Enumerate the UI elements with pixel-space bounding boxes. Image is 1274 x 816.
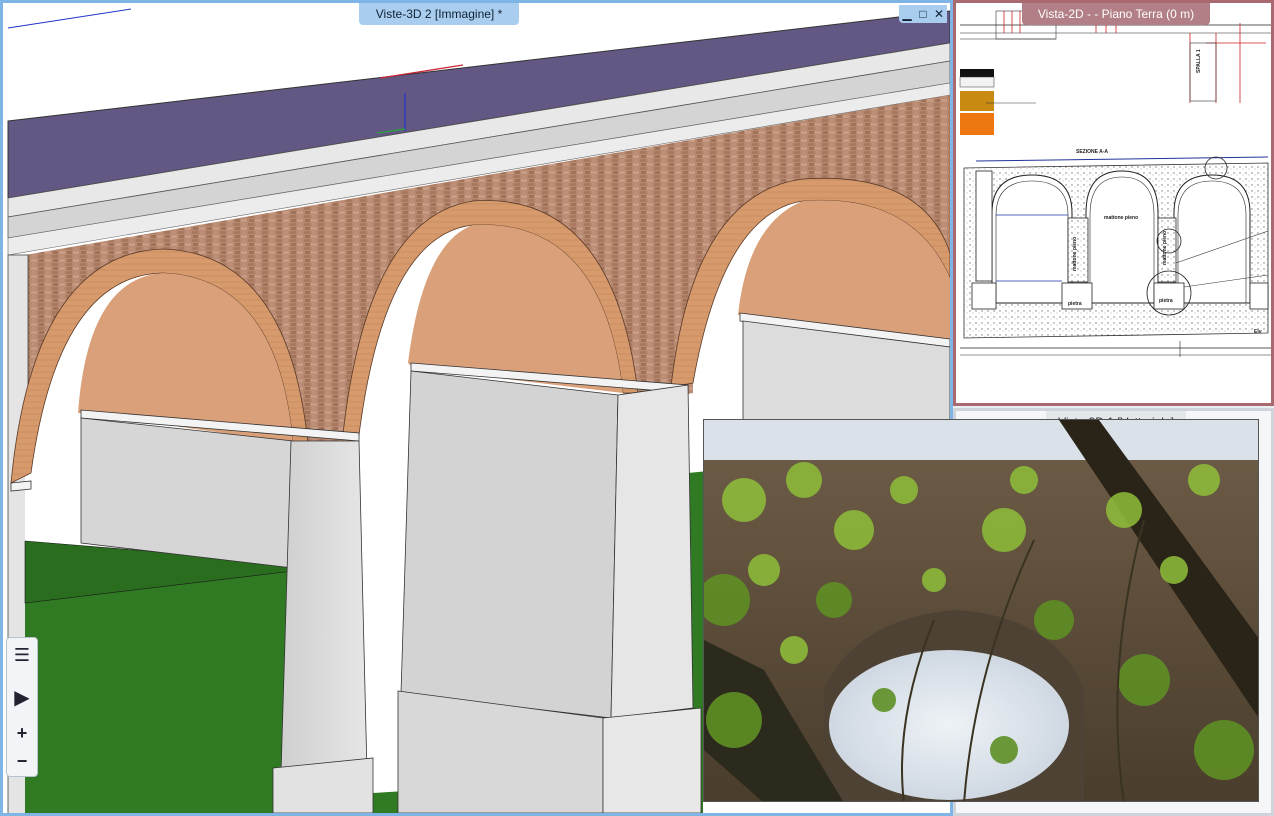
label-spalla: SPALLA 1 [1196,49,1202,73]
label-stone-2: pietra [1159,298,1173,304]
list-icon[interactable]: ☰ [7,640,37,670]
minimize-icon[interactable]: ▁ [899,5,915,23]
view2d-tab[interactable]: Vista-2D - - Piano Terra (0 m) [1022,3,1210,25]
restore-icon[interactable]: □ [915,5,931,23]
label-brick-3: mattone pieno [1162,231,1168,265]
label-stone-1: pietra [1068,301,1082,307]
zoom-in-icon[interactable]: + [7,718,37,748]
close-icon[interactable]: ✕ [931,5,947,23]
label-elev: Elv [1254,329,1262,335]
view3d2-window-controls: ▁ □ ✕ [899,5,947,23]
navigation-toolbox: ☰ ▶ + − [6,637,38,777]
2d-section-drawing[interactable]: SPALLA 1 SEZIONE A-A mattone pieno matto… [956,3,1271,403]
zoom-out-icon[interactable]: − [7,746,37,776]
play-icon[interactable]: ▶ [7,682,37,712]
label-section: SEZIONE A-A [1076,149,1108,155]
reference-photo [703,419,1259,802]
view2d-window[interactable]: SPALLA 1 SEZIONE A-A mattone pieno matto… [953,0,1274,406]
label-brick-1: mattone pieno [1104,215,1138,221]
view3d2-tab[interactable]: Viste-3D 2 [Immagine] * [359,3,519,25]
label-brick-2: mattone pieno [1072,237,1078,271]
